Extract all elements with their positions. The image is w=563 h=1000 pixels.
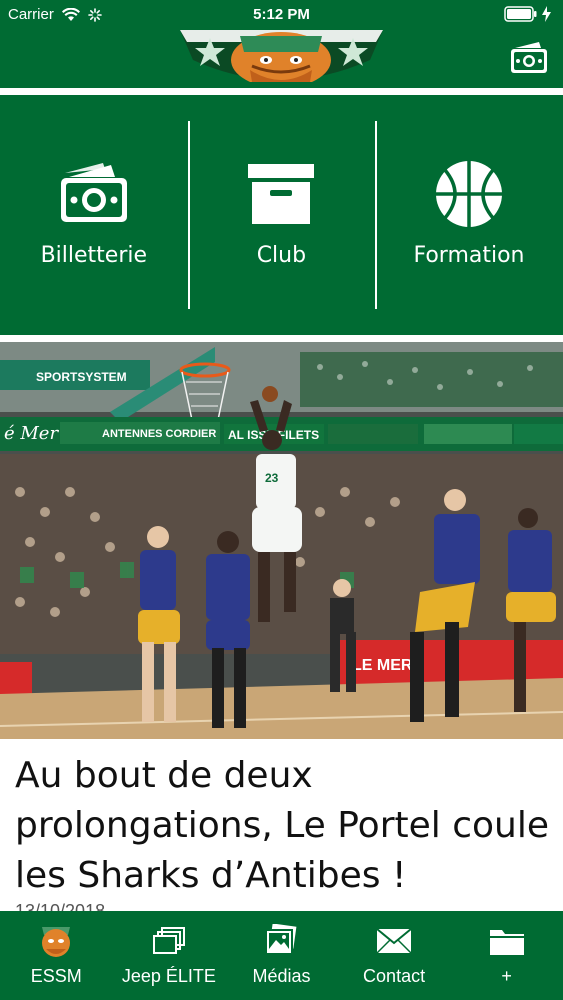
- ticket-money-icon: [58, 161, 130, 227]
- bottom-tab-bar: ESSM Jeep ÉLITE Médias Contact +: [0, 911, 563, 1000]
- svg-text:23: 23: [265, 471, 279, 485]
- article-headline[interactable]: Au bout de deux prolongations, Le Portel…: [15, 751, 555, 901]
- basketball-icon: [433, 161, 505, 227]
- status-bar: Carrier 5:12 PM: [0, 0, 563, 30]
- charging-bolt-icon: [542, 6, 551, 22]
- stacked-pages-icon: [149, 923, 189, 959]
- envelope-icon: [374, 923, 414, 959]
- battery-indicator: [504, 6, 551, 22]
- tile-club[interactable]: Club: [187, 95, 376, 335]
- tile-formation[interactable]: Formation: [375, 95, 563, 335]
- tab-essm[interactable]: ESSM: [0, 911, 113, 1000]
- box-archive-icon: [245, 161, 317, 227]
- tile-label: Billetterie: [40, 243, 148, 268]
- header-divider: [0, 88, 563, 95]
- tile-billetterie[interactable]: Billetterie: [0, 95, 188, 335]
- svg-text:LE MER: LE MER: [352, 657, 413, 674]
- svg-text:SPORTSYSTEM: SPORTSYSTEM: [36, 370, 127, 384]
- mascot-icon: [36, 923, 76, 959]
- tab-medias[interactable]: Médias: [225, 911, 338, 1000]
- tab-label: ESSM: [30, 966, 82, 986]
- app-header: Carrier 5:12 PM: [0, 0, 563, 88]
- tab-label: Contact: [363, 966, 426, 986]
- svg-text:é Mer: é Mer: [4, 423, 59, 444]
- tab-label: Jeep ÉLITE: [121, 966, 216, 986]
- ticket-money-icon[interactable]: [509, 40, 549, 76]
- folder-icon: [487, 923, 527, 959]
- tab-contact[interactable]: Contact: [338, 911, 451, 1000]
- tab-label: +: [501, 966, 512, 986]
- nav-tiles: Billetterie Club Formation: [0, 95, 563, 335]
- tile-label: Formation: [413, 243, 525, 268]
- svg-text:ANTENNES CORDIER: ANTENNES CORDIER: [102, 428, 216, 440]
- battery-icon: [504, 6, 537, 22]
- article-photo[interactable]: SPORTSYSTEM é Mer ANTENNES CORDIER AL IS…: [0, 342, 563, 739]
- tab-more[interactable]: +: [450, 911, 563, 1000]
- photos-icon: [261, 923, 301, 959]
- club-mascot-logo[interactable]: [180, 30, 383, 82]
- tile-label: Club: [256, 243, 307, 268]
- tab-label: Médias: [252, 966, 311, 986]
- tab-jeep-elite[interactable]: Jeep ÉLITE: [113, 911, 226, 1000]
- article-date: 13/10/2018: [15, 901, 106, 911]
- status-time: 5:12 PM: [253, 6, 310, 23]
- article-preview[interactable]: Au bout de deux prolongations, Le Portel…: [0, 739, 563, 911]
